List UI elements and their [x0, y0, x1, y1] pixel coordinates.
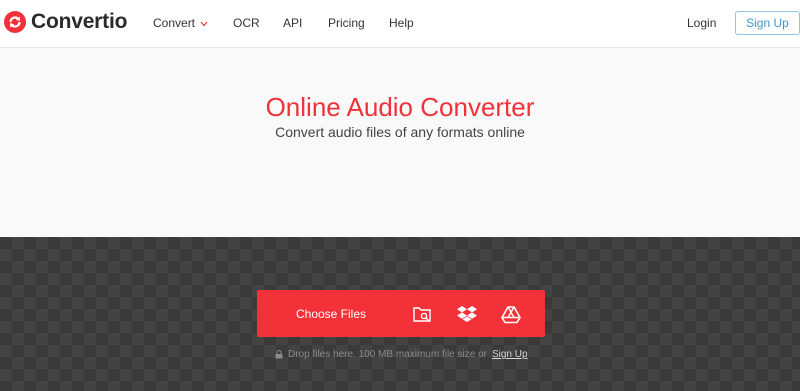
chevron-down-icon	[200, 21, 208, 26]
google-drive-icon[interactable]	[500, 303, 522, 325]
upload-bar: Choose Files	[257, 290, 545, 337]
logo-icon	[4, 11, 26, 33]
header: Convertio Convert OCR API Pricing Help L…	[0, 0, 800, 48]
nav-help[interactable]: Help	[389, 16, 414, 30]
choose-files-button[interactable]: Choose Files	[257, 290, 405, 337]
logo-text: Convertio	[31, 10, 128, 33]
drop-note-text: Drop files here. 100 MB maximum file siz…	[288, 349, 487, 360]
lock-icon	[275, 350, 283, 359]
folder-search-icon[interactable]	[411, 303, 433, 325]
nav-ocr[interactable]: OCR	[233, 16, 260, 30]
dropbox-icon[interactable]	[456, 303, 478, 325]
login-link[interactable]: Login	[687, 16, 716, 30]
page-title: Online Audio Converter	[265, 92, 535, 122]
nav-convert[interactable]: Convert	[153, 16, 208, 30]
logo[interactable]: Convertio	[4, 10, 127, 34]
nav-pricing[interactable]: Pricing	[328, 16, 365, 30]
page-subtitle: Convert audio files of any formats onlin…	[275, 124, 525, 140]
signup-button[interactable]: Sign Up	[735, 11, 800, 35]
nav-convert-label: Convert	[153, 16, 196, 30]
nav-api[interactable]: API	[283, 16, 302, 30]
drop-note-signup-link[interactable]: Sign Up	[492, 349, 528, 360]
drop-note: Drop files here. 100 MB maximum file siz…	[275, 349, 528, 360]
